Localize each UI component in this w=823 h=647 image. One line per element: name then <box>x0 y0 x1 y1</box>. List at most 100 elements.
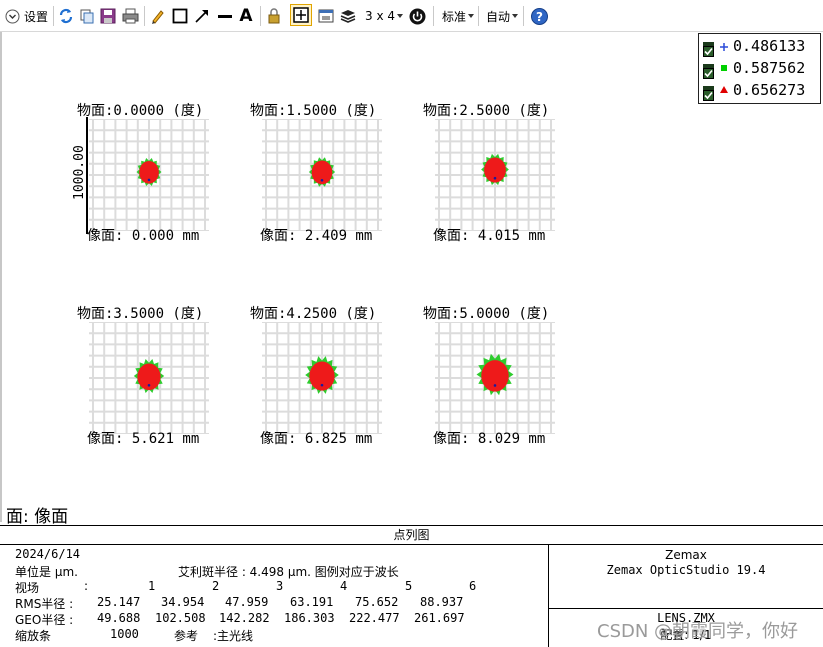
geo-value: 49.688 <box>97 611 141 625</box>
chevron-down-icon[interactable] <box>468 6 474 26</box>
colon-text: : <box>84 579 89 593</box>
field-row-label: 视场 <box>15 581 40 595</box>
image-height-label: 像面: 4.015 mm <box>433 228 546 244</box>
field-object-label: 物面:4.2500 (度) <box>250 306 377 322</box>
toolbar-divider <box>144 6 145 26</box>
auto-select-label[interactable]: 自动 <box>484 6 512 26</box>
field-object-label: 物面:5.0000 (度) <box>423 306 550 322</box>
toolbar: 设置 A 3 x 4 标准 自动 ? <box>0 0 823 32</box>
toolbar-divider <box>478 6 479 26</box>
checkbox-checked-icon[interactable] <box>703 86 714 101</box>
layers-icon[interactable] <box>340 6 356 26</box>
spot-centroid <box>320 383 324 387</box>
product-name: Zemax OpticStudio 19.4 <box>606 563 766 577</box>
legend-row[interactable]: 0.587562 <box>699 58 822 80</box>
standard-select-label[interactable]: 标准 <box>440 6 468 26</box>
panel-divider <box>548 608 823 609</box>
window-icon[interactable] <box>317 6 334 26</box>
legend-row[interactable]: 0.656273 <box>699 80 822 102</box>
spot-centroid <box>147 178 151 182</box>
field-object-label: 物面:1.5000 (度) <box>250 103 377 119</box>
scale-value: 1000 <box>110 627 139 641</box>
spot-grid <box>435 119 555 231</box>
colon-text: : <box>40 627 45 641</box>
toolbar-divider <box>260 6 261 26</box>
rms-value: 75.652 <box>355 595 399 609</box>
reference-value: :主光线 <box>213 629 254 643</box>
company-name: Zemax <box>665 548 707 562</box>
line-icon[interactable] <box>216 6 233 26</box>
spot-centroid <box>493 176 497 180</box>
wavelength-legend: 0.486133 0.587562 0.656273 <box>698 33 821 104</box>
lock-icon[interactable] <box>266 6 282 26</box>
geo-value: 186.303 <box>284 611 335 625</box>
refresh-icon[interactable] <box>58 6 74 26</box>
scale-row-label: 缩放条 <box>15 629 52 643</box>
chevron-down-icon[interactable] <box>4 6 20 26</box>
rms-value: 34.954 <box>161 595 205 609</box>
scale-bar-label: 1000.00 <box>72 145 87 200</box>
image-height-label: 像面: 5.621 mm <box>87 431 200 447</box>
units-text: 单位是 μm. <box>15 565 78 579</box>
field-value: 3 <box>276 579 284 593</box>
image-height-label: 像面: 8.029 mm <box>433 431 546 447</box>
triangle-marker-icon <box>718 82 730 98</box>
geo-value: 102.508 <box>155 611 206 625</box>
layout-select-label[interactable]: 3 x 4 <box>363 6 397 26</box>
chevron-down-icon[interactable] <box>512 6 518 26</box>
field-value: 6 <box>469 579 477 593</box>
legend-wavelength-value: 0.656273 <box>733 81 806 99</box>
rms-value: 88.937 <box>420 595 464 609</box>
report-date: 2024/6/14 <box>15 547 81 561</box>
panel-title: 点列图 <box>0 526 823 545</box>
rms-value: 47.959 <box>225 595 269 609</box>
spot-grid <box>435 322 555 434</box>
surface-label: 面: 像面 <box>6 507 69 527</box>
pencil-icon[interactable] <box>150 6 166 26</box>
reference-label: 参考 <box>174 629 199 643</box>
checkbox-checked-icon[interactable] <box>703 64 714 79</box>
image-height-label: 像面: 0.000 mm <box>87 228 200 244</box>
settings-button[interactable]: 设置 <box>23 6 49 26</box>
rms-value: 63.191 <box>290 595 334 609</box>
spot-centroid <box>493 384 497 387</box>
rms-row-label: RMS半径 : <box>15 597 74 611</box>
checkbox-checked-icon[interactable] <box>703 42 714 57</box>
power-icon[interactable] <box>408 6 426 26</box>
rectangle-icon[interactable] <box>172 6 188 26</box>
field-value: 4 <box>340 579 348 593</box>
geo-value: 142.282 <box>219 611 270 625</box>
spot-grid <box>262 119 382 231</box>
text-icon[interactable]: A <box>238 6 254 26</box>
field-object-label: 物面:0.0000 (度) <box>77 103 204 119</box>
rms-value: 25.147 <box>97 595 141 609</box>
toolbar-divider <box>433 6 434 26</box>
save-icon[interactable] <box>100 6 116 26</box>
spot-grid <box>89 322 209 434</box>
geo-value: 222.477 <box>349 611 400 625</box>
image-height-label: 像面: 2.409 mm <box>260 228 373 244</box>
copy-icon[interactable] <box>79 6 95 26</box>
help-icon[interactable]: ? <box>530 6 548 26</box>
spot-red-core <box>481 360 509 392</box>
chevron-down-icon[interactable] <box>397 6 403 26</box>
svg-text:?: ? <box>536 10 543 24</box>
toolbar-divider <box>53 6 54 26</box>
airy-radius-text: 艾利斑半径 : 4.498 μm. 图例对应于波长 <box>178 565 399 579</box>
plot-left-border <box>0 32 2 522</box>
image-height-label: 像面: 6.825 mm <box>260 431 373 447</box>
print-icon[interactable] <box>121 6 139 26</box>
fit-grid-icon[interactable] <box>290 4 312 26</box>
legend-row[interactable]: 0.486133 <box>699 36 822 58</box>
geo-row-label: GEO半径 : <box>15 613 74 627</box>
spot-grid <box>89 119 209 231</box>
field-object-label: 物面:2.5000 (度) <box>423 103 550 119</box>
watermark-text: CSDN @朝霞同学，你好 <box>597 621 799 642</box>
toolbar-divider <box>523 6 524 26</box>
geo-value: 261.697 <box>414 611 465 625</box>
legend-wavelength-value: 0.486133 <box>733 37 806 55</box>
arrow-icon[interactable] <box>194 6 210 26</box>
legend-wavelength-value: 0.587562 <box>733 59 806 77</box>
spot-centroid <box>320 178 324 182</box>
field-value: 5 <box>405 579 413 593</box>
